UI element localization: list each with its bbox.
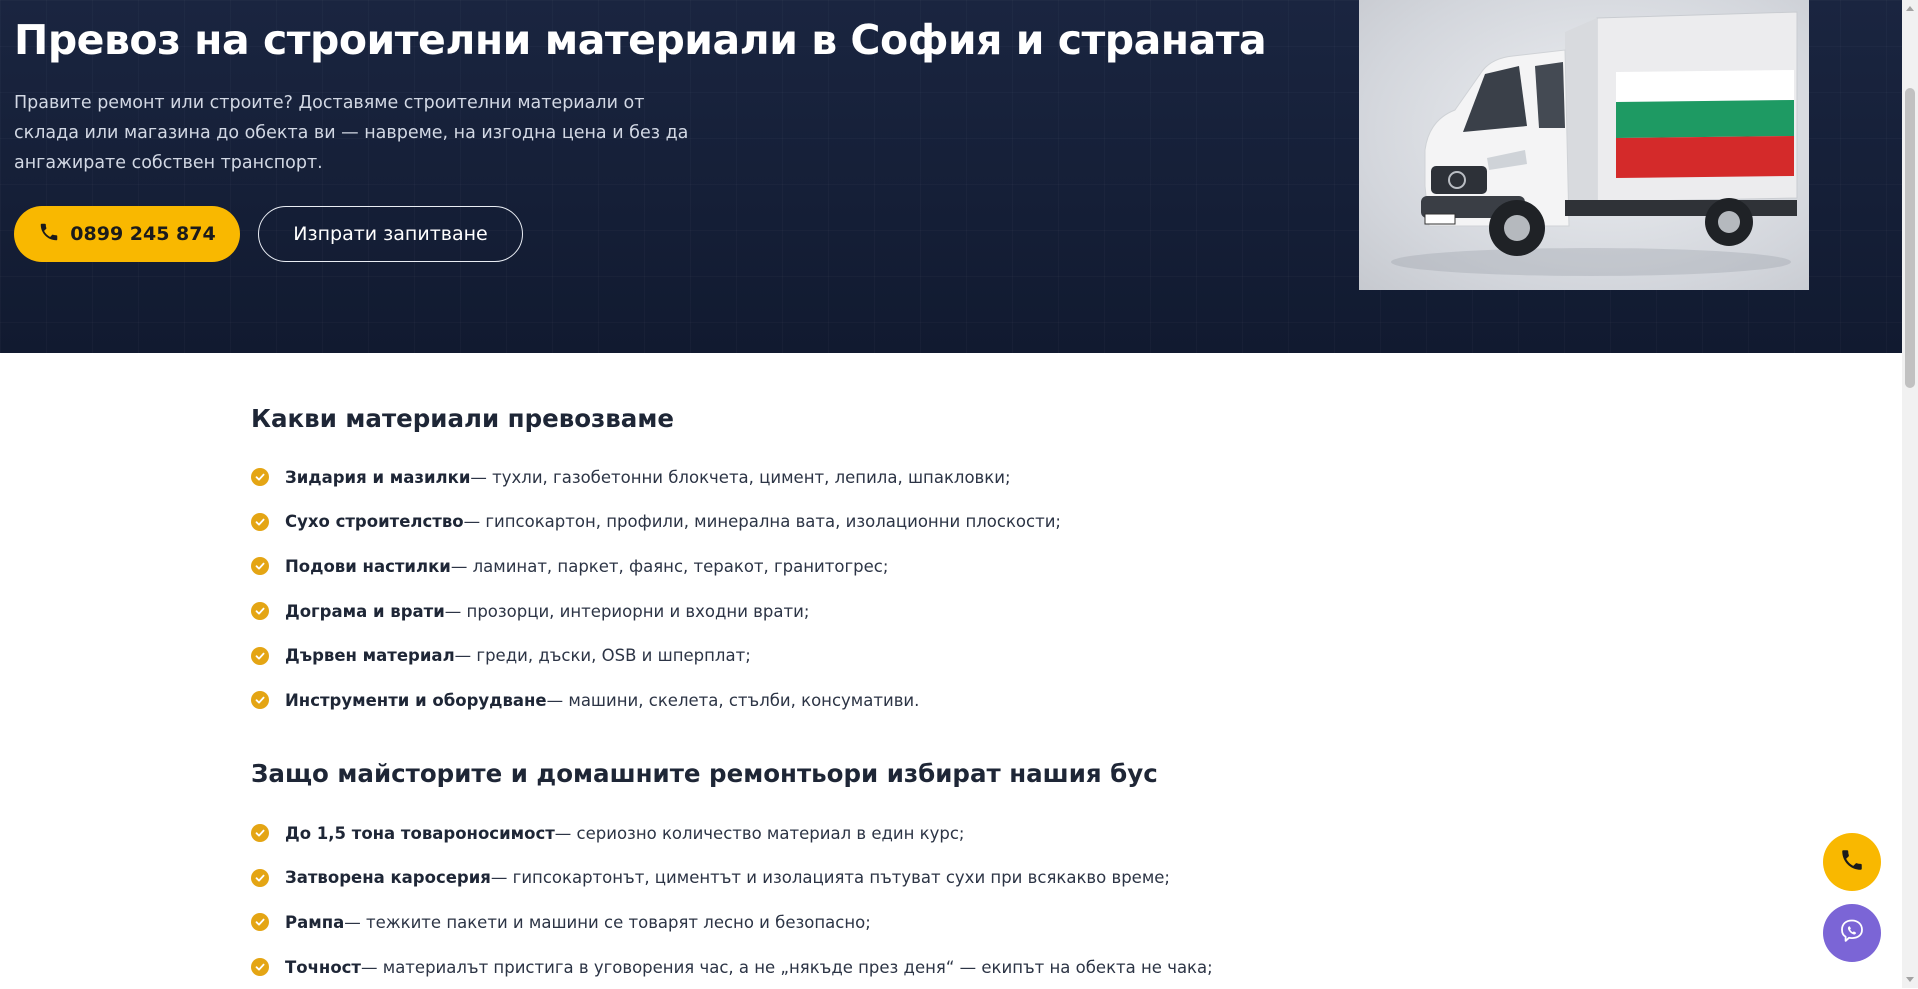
item-title: Затворена каросерия <box>285 868 491 888</box>
scrollbar-thumb[interactable] <box>1905 88 1915 388</box>
list-item: Рампа — тежките пакети и машини се товар… <box>251 900 1213 945</box>
check-circle-icon <box>251 557 269 576</box>
check-circle-icon <box>251 958 269 977</box>
hero-van-image <box>1359 0 1809 290</box>
hero-section: Превоз на строителни материали в София и… <box>0 0 1902 353</box>
list-item: Инструменти и оборудване — машини, скеле… <box>251 678 1061 723</box>
item-title: Инструменти и оборудване <box>285 690 547 710</box>
section-heading-materials: Какви материали превозваме <box>251 404 674 433</box>
item-title: Точност <box>285 957 361 977</box>
item-description: — тежките пакети и машини се товарят лес… <box>344 912 871 932</box>
check-circle-icon <box>251 512 269 531</box>
list-item: Сухо строителство — гипсокартон, профили… <box>251 500 1061 545</box>
page-scrollbar[interactable] <box>1902 0 1918 988</box>
advantages-list: До 1,5 тона товароносимост — сериозно ко… <box>251 811 1213 989</box>
item-description: — материалът пристига в уговорения час, … <box>361 957 1213 977</box>
item-description: — машини, скелета, стълби, консумативи. <box>546 690 920 710</box>
hero-subtitle: Правите ремонт или строите? Доставяме ст… <box>14 93 689 173</box>
check-circle-icon <box>251 646 269 665</box>
page-title: Превоз на строителни материали в София и… <box>14 16 1267 64</box>
check-circle-icon <box>251 468 269 487</box>
list-item: До 1,5 тона товароносимост — сериозно ко… <box>251 811 1213 856</box>
call-phone-button[interactable]: 0899 245 874 <box>14 206 240 262</box>
item-description: — гипсокартон, профили, минерална вата, … <box>463 512 1061 532</box>
list-item: Подови настилки — ламинат, паркет, фаянс… <box>251 544 1061 589</box>
item-title: До 1,5 тона товароносимост <box>285 823 555 843</box>
send-inquiry-button[interactable]: Изпрати запитване <box>258 206 523 262</box>
list-item: Зидария и мазилки — тухли, газобетонни б… <box>251 455 1061 500</box>
scroll-up-arrow-icon[interactable] <box>1906 6 1914 11</box>
item-title: Зидария и мазилки <box>285 467 471 487</box>
call-phone-label: 0899 245 874 <box>70 223 216 245</box>
floating-viber-button[interactable] <box>1823 904 1881 962</box>
viber-icon <box>1838 917 1866 949</box>
section-heading-why-us: Защо майсторите и домашните ремонтьори и… <box>251 759 1158 788</box>
item-description: — тухли, газобетонни блокчета, цимент, л… <box>470 467 1011 487</box>
item-description: — ламинат, паркет, фаянс, теракот, грани… <box>450 556 889 576</box>
item-description: — сериозно количество материал в един ку… <box>554 823 965 843</box>
item-description: — греди, дъски, OSB и шперплат; <box>454 646 751 666</box>
check-circle-icon <box>251 913 269 932</box>
list-item: Дограма и врати — прозорци, интериорни и… <box>251 589 1061 634</box>
floating-call-button[interactable] <box>1823 833 1881 891</box>
item-title: Дограма и врати <box>285 601 445 621</box>
list-item: Дървен материал — греди, дъски, OSB и шп… <box>251 633 1061 678</box>
check-circle-icon <box>251 691 269 710</box>
item-title: Дървен материал <box>285 646 455 666</box>
check-circle-icon <box>251 868 269 887</box>
check-circle-icon <box>251 824 269 843</box>
list-item: Затворена каросерия — гипсокартонът, цим… <box>251 856 1213 901</box>
item-title: Рампа <box>285 912 345 932</box>
scroll-down-arrow-icon[interactable] <box>1906 977 1914 982</box>
item-description: — прозорци, интериорни и входни врати; <box>444 601 810 621</box>
item-title: Сухо строителство <box>285 512 464 532</box>
phone-icon <box>1839 847 1865 877</box>
item-title: Подови настилки <box>285 556 451 576</box>
item-description: — гипсокартонът, циментът и изолацията п… <box>490 868 1170 888</box>
list-item: Точност — материалът пристига в уговорен… <box>251 945 1213 989</box>
phone-icon <box>38 221 60 248</box>
check-circle-icon <box>251 602 269 621</box>
materials-list: Зидария и мазилки — тухли, газобетонни б… <box>251 455 1061 723</box>
